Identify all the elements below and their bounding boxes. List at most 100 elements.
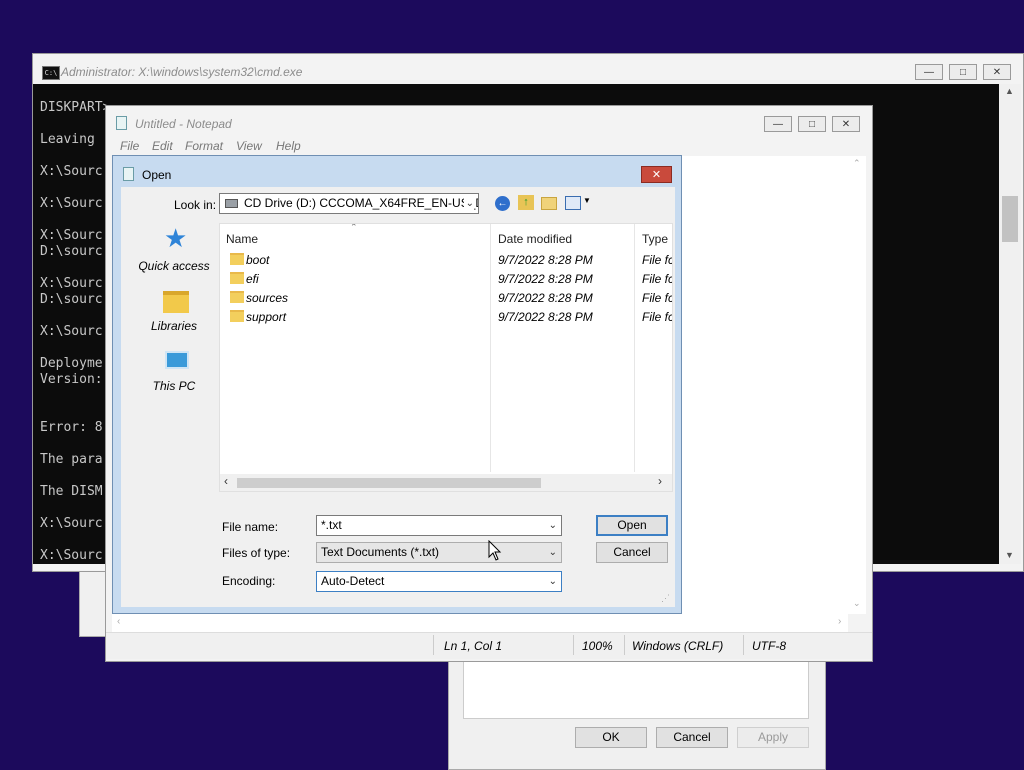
file-row[interactable]: sources 9/7/2022 8:28 PM File fc: [220, 288, 672, 307]
mouse-cursor-icon: [488, 540, 502, 561]
file-row[interactable]: support 9/7/2022 8:28 PM File fc: [220, 307, 673, 326]
notepad-vertical-scrollbar[interactable]: ⌃ ⌄: [848, 156, 866, 614]
back-icon[interactable]: ←: [495, 196, 510, 211]
notepad-statusbar: Ln 1, Col 1 100% Windows (CRLF) UTF-8: [106, 632, 872, 659]
cmd-scrollbar[interactable]: ▲ ▼: [999, 84, 1021, 564]
star-icon: ★: [164, 223, 188, 253]
scroll-left-icon[interactable]: ‹: [224, 474, 228, 488]
file-name: efi: [246, 272, 259, 286]
scroll-up-icon[interactable]: ⌃: [853, 158, 861, 169]
column-header-name[interactable]: Name: [226, 232, 258, 246]
cmd-line: X:\Sourc: [40, 516, 103, 531]
encoding-dropdown[interactable]: Auto-Detect ⌄: [316, 571, 562, 592]
status-position: Ln 1, Col 1: [444, 639, 503, 653]
open-dialog-close-button[interactable]: ✕: [641, 166, 672, 183]
up-folder-icon[interactable]: ↑: [518, 195, 534, 210]
notepad-maximize-button[interactable]: □: [798, 116, 826, 132]
notepad-title: Untitled - Notepad: [135, 117, 232, 131]
cmd-line: X:\Sourc: [40, 324, 103, 339]
files-of-type-label: Files of type:: [222, 546, 291, 560]
chevron-down-icon: ⌄: [548, 576, 557, 587]
background-dialog-panel: [463, 661, 809, 719]
notepad-minimize-button[interactable]: —: [764, 116, 792, 132]
cmd-icon: C:\: [42, 66, 60, 80]
file-date: 9/7/2022 8:28 PM: [498, 291, 593, 305]
cmd-line: The para: [40, 452, 103, 467]
file-type: File fc: [642, 272, 673, 286]
cmd-scroll-down-icon[interactable]: ▼: [1005, 550, 1014, 560]
resize-grip-icon[interactable]: ⋰: [661, 593, 670, 604]
cmd-minimize-button[interactable]: —: [915, 64, 943, 80]
cmd-line: Error: 8: [40, 420, 103, 435]
libraries-label: Libraries: [150, 319, 198, 333]
bg-cancel-button[interactable]: Cancel: [656, 727, 728, 748]
status-zoom: 100%: [582, 639, 613, 653]
look-in-dropdown[interactable]: CD Drive (D:) CCCOMA_X64FRE_EN-US_DV ⌄: [219, 193, 479, 214]
menu-file[interactable]: File: [120, 139, 139, 153]
quick-access-place[interactable]: ★ Quick access: [129, 223, 219, 277]
notepad-menubar: File Edit Format View Help: [106, 136, 872, 156]
cmd-maximize-button[interactable]: □: [949, 64, 977, 80]
chevron-down-icon: ⌄: [548, 520, 557, 531]
status-divider: [573, 635, 574, 655]
cmd-line: D:\sourc: [40, 292, 103, 307]
file-date: 9/7/2022 8:28 PM: [498, 310, 593, 324]
file-list-hscrollbar[interactable]: ‹ ›: [220, 474, 672, 491]
file-name: sources: [246, 291, 289, 305]
chevron-down-icon: ⌄: [548, 547, 557, 558]
notepad-close-button[interactable]: ✕: [832, 116, 860, 132]
scroll-left-icon[interactable]: ‹: [117, 616, 120, 627]
cmd-line: The DISM: [40, 484, 103, 499]
status-divider: [743, 635, 744, 655]
menu-view[interactable]: View: [236, 139, 262, 153]
file-name-combo[interactable]: *.txt ⌄: [316, 515, 562, 536]
column-header-date[interactable]: Date modified: [498, 232, 572, 246]
open-dialog-icon: [123, 167, 134, 181]
notepad-horizontal-scrollbar[interactable]: ‹ ›: [112, 614, 848, 632]
files-of-type-dropdown[interactable]: Text Documents (*.txt) ⌄: [316, 542, 562, 563]
file-row[interactable]: efi 9/7/2022 8:28 PM File fc: [220, 269, 673, 288]
folder-icon: [230, 253, 244, 265]
new-folder-icon[interactable]: [541, 197, 557, 210]
look-in-value: CD Drive (D:) CCCOMA_X64FRE_EN-US_DV: [244, 196, 479, 210]
file-name: boot: [246, 253, 270, 267]
this-pc-place[interactable]: This PC: [129, 349, 219, 399]
view-menu-chevron-icon[interactable]: ▼: [583, 196, 591, 205]
chevron-down-icon: ⌄: [463, 194, 474, 213]
bg-apply-button[interactable]: Apply: [737, 727, 809, 748]
encoding-value: Auto-Detect: [321, 574, 385, 588]
cmd-line: X:\Sourc: [40, 548, 103, 563]
cmd-line: X:\Sourc: [40, 228, 103, 243]
file-name: support: [246, 310, 287, 324]
cancel-button[interactable]: Cancel: [596, 542, 668, 563]
scroll-right-icon[interactable]: ›: [838, 616, 841, 627]
file-date: 9/7/2022 8:28 PM: [498, 272, 593, 286]
folder-icon: [230, 310, 244, 322]
open-dialog: Open ✕ Look in: CD Drive (D:) CCCOMA_X64…: [112, 155, 682, 614]
view-menu-icon[interactable]: [565, 196, 581, 210]
column-header-type[interactable]: Type: [642, 232, 668, 246]
cmd-scroll-thumb[interactable]: [1002, 196, 1018, 242]
file-name-label: File name:: [222, 520, 279, 534]
menu-help[interactable]: Help: [276, 139, 301, 153]
libraries-place[interactable]: Libraries: [129, 289, 219, 339]
open-button[interactable]: Open: [596, 515, 668, 536]
menu-edit[interactable]: Edit: [152, 139, 173, 153]
file-name-value: *.txt: [321, 518, 342, 532]
cmd-line: X:\Sourc: [40, 164, 103, 179]
file-row[interactable]: boot 9/7/2022 8:28 PM File fc: [220, 250, 672, 269]
scroll-down-icon[interactable]: ⌄: [853, 598, 861, 609]
computer-icon: [165, 351, 189, 369]
cmd-close-button[interactable]: ✕: [983, 64, 1011, 80]
bg-ok-button[interactable]: OK: [575, 727, 647, 748]
scroll-right-icon[interactable]: ›: [658, 474, 662, 488]
encoding-label: Encoding:: [222, 574, 276, 588]
hscroll-thumb[interactable]: [237, 478, 541, 488]
cmd-line: X:\Sourc: [40, 196, 103, 211]
open-dialog-title: Open: [142, 168, 172, 182]
file-type: File fc: [642, 310, 673, 324]
cmd-line: Version:: [40, 372, 103, 387]
file-list[interactable]: ⌃ Name Date modified Type boot 9/7/2022 …: [219, 223, 673, 492]
cmd-scroll-up-icon[interactable]: ▲: [1005, 86, 1014, 96]
menu-format[interactable]: Format: [185, 139, 223, 153]
